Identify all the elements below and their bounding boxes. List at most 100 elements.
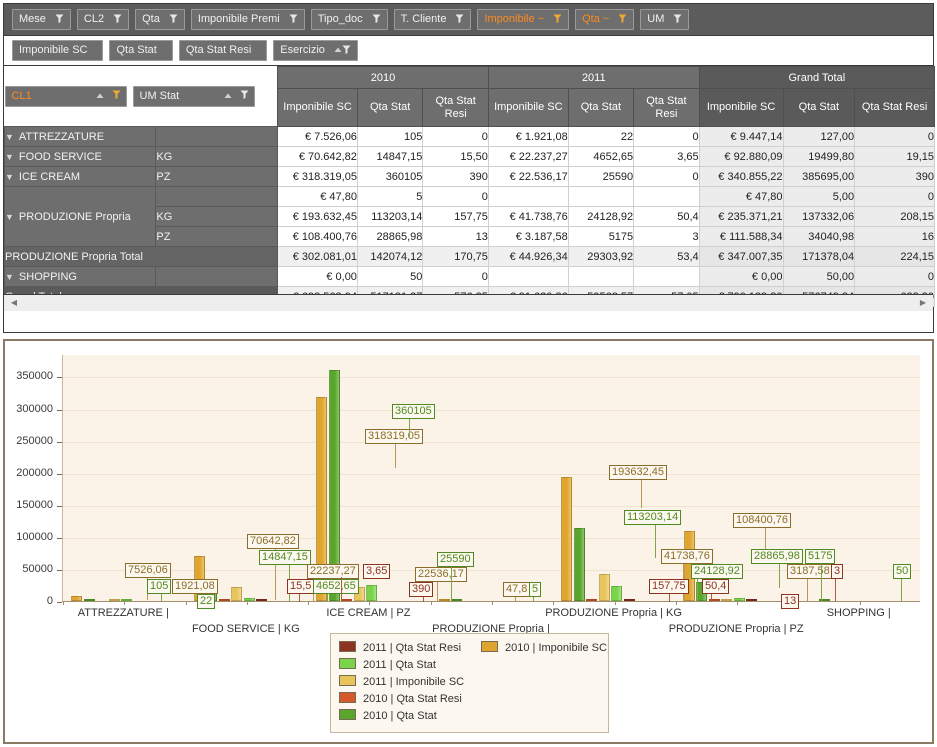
field-button-imponibile-sc[interactable]: Imponibile SC <box>12 40 104 61</box>
data-cell[interactable]: 385695,00 <box>782 166 856 187</box>
data-cell[interactable] <box>487 266 569 287</box>
data-cell[interactable]: € 44.926,34 <box>487 246 569 267</box>
data-cell[interactable]: € 340.855,22 <box>698 166 784 187</box>
column-header[interactable]: Qta Stat Resi <box>854 88 935 127</box>
data-cell[interactable]: 50 <box>356 266 424 287</box>
chevron-down-icon[interactable]: ▼ <box>5 172 14 182</box>
data-cell[interactable] <box>487 186 569 207</box>
data-cell[interactable]: € 235.371,21 <box>698 206 784 227</box>
filter-icon[interactable] <box>372 11 381 30</box>
chart-bar[interactable] <box>586 599 598 601</box>
legend-item[interactable]: 2011 | Imponibile SC <box>339 674 600 691</box>
chart-bar[interactable] <box>218 599 230 601</box>
data-cell[interactable] <box>567 266 635 287</box>
data-cell[interactable]: € 22.237,27 <box>487 146 569 167</box>
column-header[interactable]: Qta Stat <box>782 88 856 127</box>
data-cell[interactable]: 22 <box>567 126 635 147</box>
legend-item[interactable]: 2011 | Qta Stat <box>339 657 600 674</box>
data-cell[interactable]: 157,75 <box>422 206 489 227</box>
row-header-item[interactable]: ▼ ATTREZZATURE <box>3 126 157 147</box>
field-button-qta-stat[interactable]: Qta Stat <box>109 40 173 61</box>
chart-bar[interactable] <box>623 599 635 601</box>
filter-icon[interactable] <box>113 11 122 30</box>
filter-icon[interactable] <box>455 11 464 30</box>
data-cell[interactable]: 171378,04 <box>782 246 856 267</box>
data-cell[interactable] <box>633 266 700 287</box>
legend-item[interactable]: 2010 | Imponibile SC <box>481 640 607 657</box>
row-header-item[interactable]: ▼ SHOPPING <box>3 266 157 287</box>
chart-bar[interactable] <box>83 599 95 601</box>
filter-icon[interactable] <box>112 87 121 106</box>
filter-icon[interactable] <box>673 11 682 30</box>
filter-icon[interactable] <box>289 11 298 30</box>
sort-ascending-icon[interactable] <box>224 87 232 106</box>
data-cell[interactable] <box>633 186 700 207</box>
row-header-group[interactable]: ▼ PRODUZIONE Propria <box>3 186 157 247</box>
data-cell[interactable]: 0 <box>854 126 935 147</box>
chart-bar[interactable] <box>561 476 573 601</box>
data-cell[interactable]: € 0,00 <box>698 266 784 287</box>
filter-icon[interactable] <box>240 87 249 106</box>
field-button-cl2[interactable]: CL2 <box>76 9 130 30</box>
chevron-down-icon[interactable]: ▼ <box>5 152 14 162</box>
chart-bar[interactable] <box>121 599 132 601</box>
horizontal-scrollbar[interactable]: ◀ ▶ <box>4 294 933 311</box>
field-button-t-cliente[interactable]: T. Cliente <box>393 9 472 30</box>
data-cell[interactable]: € 47,80 <box>277 186 358 207</box>
chart-bar[interactable] <box>366 584 378 601</box>
chart-bar[interactable] <box>341 599 353 601</box>
data-cell[interactable]: € 1.921,08 <box>487 126 569 147</box>
data-cell[interactable]: € 111.588,34 <box>698 226 784 247</box>
data-cell[interactable]: 5175 <box>567 226 635 247</box>
data-cell[interactable]: 137332,06 <box>782 206 856 227</box>
data-cell[interactable]: € 318.319,05 <box>277 166 358 187</box>
data-cell[interactable]: 0 <box>422 186 489 207</box>
filter-icon[interactable] <box>342 42 351 61</box>
data-cell[interactable]: 0 <box>854 186 935 207</box>
data-cell[interactable]: 224,15 <box>854 246 935 267</box>
row-header-item[interactable]: ▼ ICE CREAM <box>3 166 157 187</box>
chart-bar[interactable] <box>721 598 733 601</box>
column-header[interactable]: Qta Stat <box>356 88 424 127</box>
data-cell[interactable]: 113203,14 <box>356 206 424 227</box>
filter-icon[interactable] <box>169 11 178 30</box>
sort-ascending-icon[interactable] <box>334 44 342 56</box>
data-cell[interactable]: 15,50 <box>422 146 489 167</box>
filter-icon[interactable] <box>618 11 627 30</box>
chart-bar[interactable] <box>733 597 745 601</box>
data-cell[interactable]: 16 <box>854 226 935 247</box>
chart-bar[interactable] <box>451 599 463 601</box>
data-cell[interactable]: € 92.880,09 <box>698 146 784 167</box>
chart-bar[interactable] <box>573 528 585 601</box>
sort-ascending-icon[interactable] <box>96 87 104 106</box>
data-cell[interactable]: 24128,92 <box>567 206 635 227</box>
data-cell[interactable]: 208,15 <box>854 206 935 227</box>
data-cell[interactable]: 4652,65 <box>567 146 635 167</box>
data-cell[interactable]: 127,00 <box>782 126 856 147</box>
chart-bar[interactable] <box>746 599 758 601</box>
data-cell[interactable]: 19,15 <box>854 146 935 167</box>
data-cell[interactable]: € 347.007,35 <box>698 246 784 267</box>
filter-icon[interactable] <box>55 11 64 30</box>
data-cell[interactable]: 53,4 <box>633 246 700 267</box>
data-cell[interactable]: 3,65 <box>633 146 700 167</box>
field-button-cl1[interactable]: CL1 <box>4 85 127 107</box>
data-cell[interactable]: 0 <box>854 266 935 287</box>
column-header[interactable]: Qta Stat Resi <box>633 88 700 127</box>
legend-item[interactable]: 2010 | Qta Stat Resi <box>339 691 600 708</box>
chart-bar[interactable] <box>243 598 255 601</box>
data-cell[interactable]: 50,00 <box>782 266 856 287</box>
data-cell[interactable]: 5 <box>356 186 424 207</box>
field-button-tipo-doc[interactable]: Tipo_doc <box>310 9 388 30</box>
column-header[interactable]: Imponibile SC <box>277 88 358 127</box>
field-button-imponibile[interactable]: Imponibile ~ <box>477 9 570 30</box>
data-cell[interactable]: 5,00 <box>782 186 856 207</box>
column-header[interactable]: Imponibile SC <box>698 88 784 127</box>
data-cell[interactable] <box>567 186 635 207</box>
data-cell[interactable]: 0 <box>633 126 700 147</box>
field-button-esercizio[interactable]: Esercizio <box>273 40 358 61</box>
legend-item[interactable]: 2010 | Qta Stat <box>339 708 600 725</box>
data-cell[interactable]: 142074,12 <box>356 246 424 267</box>
data-cell[interactable]: € 7.526,06 <box>277 126 358 147</box>
chart-bar[interactable] <box>231 586 243 601</box>
